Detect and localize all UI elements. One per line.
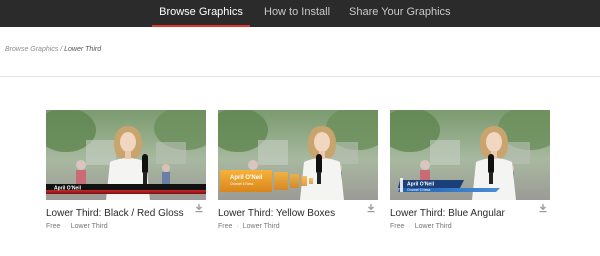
card-title[interactable]: Lower Third: Yellow Boxes bbox=[218, 208, 335, 219]
download-icon[interactable] bbox=[366, 203, 376, 213]
thumbnail-image: April O'Neil bbox=[46, 110, 206, 200]
download-icon[interactable] bbox=[194, 203, 204, 213]
graphic-thumbnail[interactable]: April O'Neil bbox=[46, 110, 206, 200]
tab-label: Share Your Graphics bbox=[349, 6, 451, 18]
category-label[interactable]: Lower Third bbox=[71, 223, 108, 230]
price-label: Free bbox=[390, 223, 405, 230]
breadcrumb: Browse Graphics / Lower Third bbox=[5, 46, 101, 53]
meta-separator: · bbox=[64, 223, 67, 230]
overlay-name-text: April O'Neil bbox=[54, 186, 82, 192]
category-label[interactable]: Lower Third bbox=[415, 223, 452, 230]
card-meta: Free · Lower Third bbox=[218, 223, 280, 230]
overlay-name-text: April O'Neil bbox=[407, 182, 435, 188]
meta-separator: · bbox=[236, 223, 239, 230]
graphic-thumbnail[interactable]: April O'Neil Channel 6 News bbox=[218, 110, 378, 200]
card-meta: Free · Lower Third bbox=[46, 223, 108, 230]
category-label[interactable]: Lower Third bbox=[243, 223, 280, 230]
graphic-thumbnail[interactable]: April O'Neil Channel 6 News bbox=[390, 110, 550, 200]
thumbnail-image: April O'Neil Channel 6 News bbox=[218, 110, 378, 200]
graphic-card[interactable]: April O'Neil Channel 6 News Lower Third:… bbox=[390, 110, 550, 230]
overlay-name-text: April O'Neil bbox=[230, 175, 263, 181]
meta-separator: · bbox=[408, 223, 411, 230]
graphic-card[interactable]: April O'Neil Lower Third: Black / Red Gl… bbox=[46, 110, 206, 230]
active-tab-indicator bbox=[152, 25, 250, 27]
tab-label: Browse Graphics bbox=[159, 6, 243, 18]
card-meta: Free · Lower Third bbox=[390, 223, 452, 230]
card-title[interactable]: Lower Third: Blue Angular bbox=[390, 208, 505, 219]
top-nav-bar: Browse Graphics How to Install Share You… bbox=[0, 0, 600, 27]
tab-how-to-install[interactable]: How to Install bbox=[264, 0, 330, 27]
tab-label: How to Install bbox=[264, 6, 331, 18]
graphic-card[interactable]: April O'Neil Channel 6 News Lower Third:… bbox=[218, 110, 378, 230]
thumbnail-image: April O'Neil Channel 6 News bbox=[390, 110, 550, 200]
tab-browse-graphics[interactable]: Browse Graphics bbox=[152, 0, 250, 27]
tab-share-your-graphics[interactable]: Share Your Graphics bbox=[349, 0, 451, 27]
download-icon[interactable] bbox=[538, 203, 548, 213]
price-label: Free bbox=[46, 223, 61, 230]
section-divider bbox=[0, 76, 600, 77]
overlay-subtitle-text: Channel 6 News bbox=[407, 188, 431, 192]
breadcrumb-link-browse-graphics[interactable]: Browse Graphics bbox=[5, 46, 58, 53]
price-label: Free bbox=[218, 223, 233, 230]
card-title[interactable]: Lower Third: Black / Red Gloss bbox=[46, 208, 184, 219]
breadcrumb-current: Lower Third bbox=[64, 46, 102, 53]
overlay-subtitle-text: Channel 6 News bbox=[230, 182, 254, 186]
